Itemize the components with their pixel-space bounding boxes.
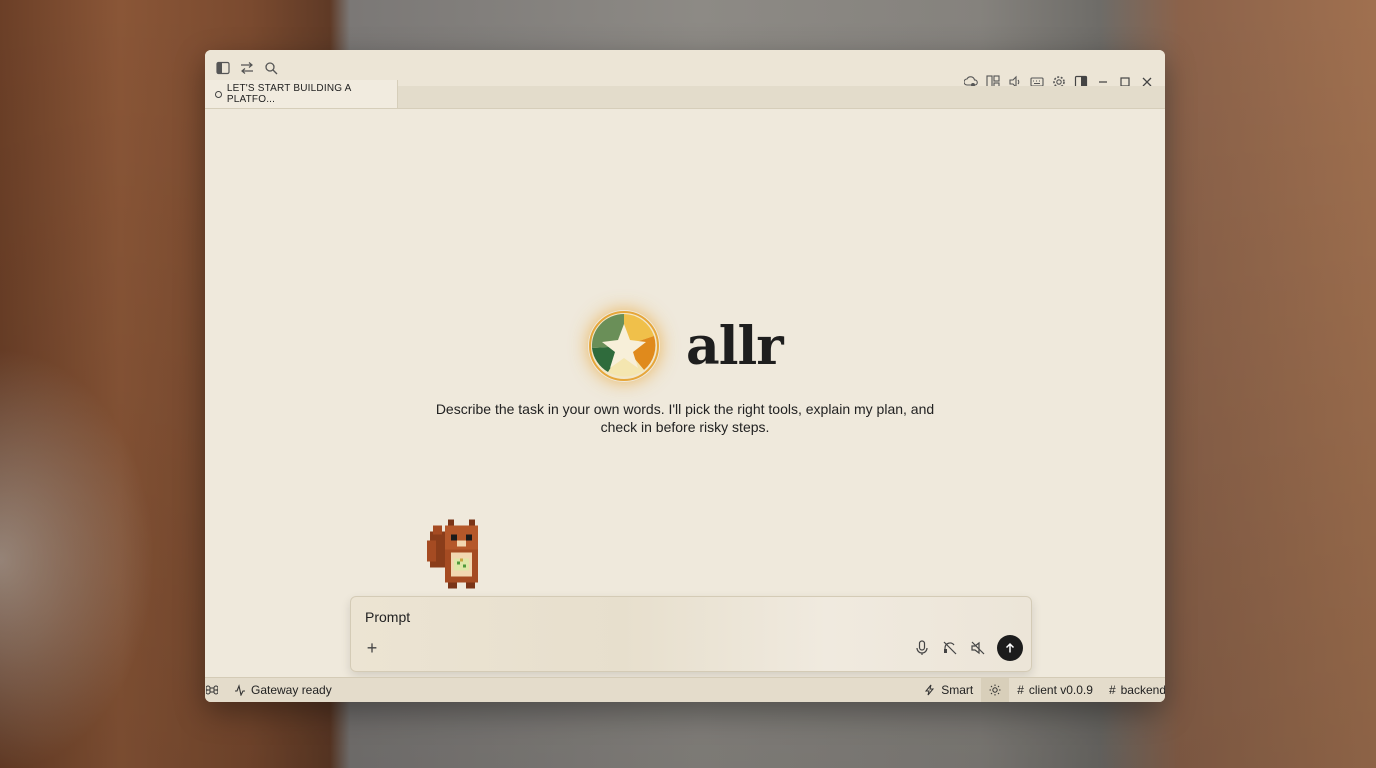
- activity-icon: [235, 684, 245, 696]
- tab-status-dot-icon: [215, 90, 222, 98]
- headset-off-icon[interactable]: [941, 639, 959, 657]
- gateway-status[interactable]: Gateway ready: [226, 678, 340, 702]
- gateway-status-label: Gateway ready: [251, 683, 332, 697]
- tab-strip: LET'S START BUILDING A PLATFO...: [205, 80, 1165, 109]
- sidebar-toggle-icon[interactable]: [215, 60, 231, 76]
- tab-title: LET'S START BUILDING A PLATFO...: [226, 83, 351, 105]
- bolt-icon: [925, 684, 935, 696]
- client-version[interactable]: # client v0.0.9: [1009, 678, 1101, 702]
- main-content: allr Describe the task in your own words…: [205, 108, 1165, 678]
- add-attachment-icon[interactable]: +: [363, 638, 381, 658]
- search-icon[interactable]: [263, 60, 279, 76]
- brand-header: allr: [588, 310, 784, 382]
- status-bar: Gateway ready Smart # client v0.0.9 # ba…: [205, 677, 1165, 702]
- mode-selector[interactable]: Smart: [916, 678, 981, 702]
- hash-icon: #: [1108, 683, 1116, 697]
- backend-channel-label: backend: [1120, 683, 1165, 697]
- brand-logo-icon: [588, 310, 660, 382]
- backend-channel[interactable]: # backend: [1101, 678, 1165, 702]
- prompt-box: +: [350, 596, 1032, 672]
- app-window: LET'S START BUILDING A PLATFO... allr De…: [205, 50, 1165, 702]
- send-arrow-icon: [1005, 642, 1015, 653]
- theme-toggle[interactable]: [981, 678, 1010, 702]
- client-version-label: client v0.0.9: [1028, 683, 1093, 697]
- send-button[interactable]: [997, 635, 1023, 661]
- volume-off-icon[interactable]: [969, 639, 987, 657]
- hash-icon: #: [1017, 683, 1024, 697]
- swap-icon[interactable]: [239, 60, 255, 76]
- brand-tagline: Describe the task in your own words. I'l…: [435, 401, 935, 435]
- prompt-input[interactable]: [365, 609, 865, 625]
- squirrel-mascot: [427, 513, 493, 595]
- command-icon[interactable]: [205, 678, 226, 702]
- prompt-tools: [913, 635, 1023, 661]
- brand-wordmark: allr: [686, 315, 784, 377]
- microphone-icon[interactable]: [913, 639, 931, 657]
- tab-session[interactable]: LET'S START BUILDING A PLATFO...: [205, 80, 398, 108]
- sun-icon: [989, 684, 1001, 696]
- mode-label: Smart: [941, 683, 974, 697]
